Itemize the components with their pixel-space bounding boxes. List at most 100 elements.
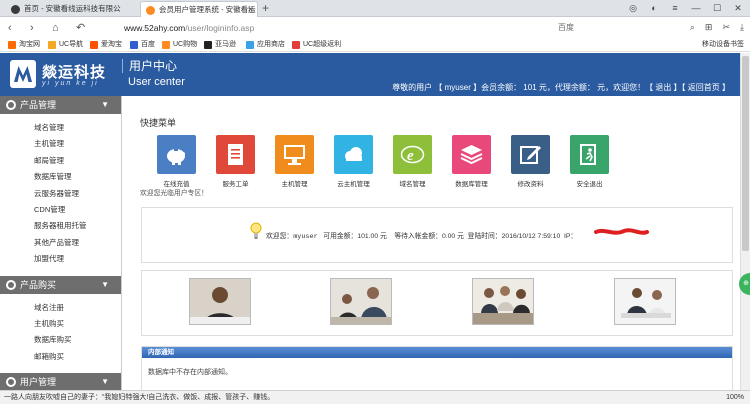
sidebar-item-other-products[interactable]: 其他产品管理 [34,235,121,251]
sidebar-item-domain-manage[interactable]: 域名管理 [34,120,121,136]
mobile-bookmarks-link[interactable]: 移动设备书签 [702,39,744,51]
menu-icon[interactable]: ≡ [669,2,681,14]
business-photo [472,278,534,325]
sidebar-item-mailbox-buy[interactable]: 邮箱购买 [34,349,121,365]
bookmark-item[interactable]: UC导航 [48,39,83,51]
close-icon[interactable]: ✕ [732,2,744,14]
nav-right-tools: ⌕ ⊞ ✂ ⤓ [690,22,744,33]
quick-menu-icons: 在线充值 服务工单 主机管理 云主机管理 e 域名管理 数据库管理 修改资料 安… [157,135,609,188]
browser-tab-home[interactable]: 首页 - 安徽看线运科技有限公 [6,1,136,17]
logo-mark-icon [10,60,36,88]
bookmark-icon [130,41,138,49]
user-icon [6,377,16,388]
logo-text: 燚运科技 [42,64,107,81]
svg-text:e: e [407,148,414,164]
bookmark-item[interactable]: UC购物 [162,39,197,51]
balance-value: 101.00 元 [357,233,387,240]
welcome-label: 欢迎您： [266,233,294,240]
bookmark-icon [246,41,254,49]
scrollbar-thumb[interactable] [742,56,749,251]
sidebar-item-database-buy[interactable]: 数据库购买 [34,332,121,348]
sidebar: 产品管理 ▼ 域名管理 主机管理 邮局管理 数据库管理 云服务器管理 CDN管理… [0,96,122,390]
quick-menu-item-database[interactable]: 数据库管理 [452,135,491,188]
search-engine-label: 百度 [558,23,574,32]
gear-icon [6,100,16,110]
forward-icon[interactable]: › [30,20,34,36]
document-icon[interactable] [216,135,255,174]
quick-menu-item-host[interactable]: 主机管理 [275,135,314,188]
cloud-icon[interactable] [334,135,373,174]
bookmark-item[interactable]: UC超级返利 [292,39,341,51]
grid-icon[interactable]: ⊞ [705,22,713,33]
quick-menu-item-profile[interactable]: 修改资料 [511,135,550,188]
download-icon[interactable]: ⤓ [740,22,744,33]
quick-menu-item-cloud-host[interactable]: 云主机管理 [334,135,373,188]
lightbulb-icon [250,222,262,239]
piggy-bank-icon[interactable] [157,135,196,174]
sidebar-item-agent[interactable]: 加盟代理 [34,251,121,267]
sidebar-item-host-buy[interactable]: 主机购买 [34,316,121,332]
browser-nav-bar: ‹ › ⌂ ↶ www.52ahy.com/user/logininfo.asp… [0,18,750,38]
sidebar-section-title: 产品购买 [20,279,57,290]
bookmark-item[interactable]: 应用商店 [246,39,285,51]
account-info-text: 欢迎您：myuser 可用金额：101.00 元 等待入帐金额：0.00 元 登… [266,230,577,241]
photo-banner-panel [141,270,733,336]
status-news-ticker[interactable]: 一路人向朋友吹嘘自己的妻子：“我媳妇特强大!自己洗衣、做饭、成报、管孩子、赚钱。 [4,391,274,404]
user-welcome-bar[interactable]: 尊敬的用户 【 myuser 】会员余额： 101 元，代理余额： 元，欢迎您！… [392,82,730,93]
sidebar-item-cdn-manage[interactable]: CDN管理 [34,202,121,218]
undo-icon[interactable]: ↶ [76,20,85,36]
site-logo[interactable]: 燚运科技 yi yun ke ji [10,60,114,90]
search-icon[interactable]: ⌕ [690,22,695,33]
search-engine-box[interactable]: 百度 [558,21,678,35]
tab-title: 会员用户管理系统 - 安徽看运 [159,5,256,14]
sidebar-item-cloud-server-manage[interactable]: 云服务器管理 [34,186,121,202]
browser-tab-bar: 首页 - 安徽看线运科技有限公 会员用户管理系统 - 安徽看运 ✕ + ◎ ◐ … [0,0,750,17]
vertical-scrollbar[interactable] [740,53,750,390]
sidebar-section-product-buy[interactable]: 产品购买 ▼ [0,275,121,294]
back-icon[interactable]: ‹ [8,20,12,36]
bookmark-item[interactable]: 亚马逊 [204,39,236,51]
shield-icon[interactable]: ◎ [627,2,639,14]
sidebar-list: 域名注册 主机购买 数据库购买 邮箱购买 [0,294,121,370]
bookmark-item[interactable]: 爱淘宝 [90,39,122,51]
url-host: www.52ahy.com [124,23,186,33]
new-tab-button[interactable]: + [262,0,269,16]
sidebar-item-mail-manage[interactable]: 邮局管理 [34,153,121,169]
quick-menu-item-domain[interactable]: e 域名管理 [393,135,432,188]
page-title: 用户中心 [122,59,177,73]
username: myuser [293,233,318,241]
home-icon[interactable]: ⌂ [52,20,59,36]
quick-menu-item-logout[interactable]: 安全退出 [570,135,609,188]
sidebar-item-domain-register[interactable]: 域名注册 [34,300,121,316]
quick-menu-item-ticket[interactable]: 服务工单 [216,135,255,188]
bookmark-label: 爱淘宝 [101,41,122,48]
tab-favicon-icon [146,6,155,15]
e-logo-icon[interactable]: e [393,135,432,174]
business-photo [189,278,251,325]
scissors-icon[interactable]: ✂ [722,22,730,33]
sidebar-section-user-manage[interactable]: 用户管理 ▼ [0,373,121,390]
sidebar-item-host-manage[interactable]: 主机管理 [34,136,121,152]
url-path: /user/logininfo.asp [185,23,255,33]
minimize-icon[interactable]: — [690,2,702,14]
sidebar-section-product-manage[interactable]: 产品管理 ▼ [0,96,121,114]
maximize-icon[interactable]: ☐ [711,2,723,14]
monitor-icon[interactable] [275,135,314,174]
exit-icon[interactable] [570,135,609,174]
edit-icon[interactable] [511,135,550,174]
sidebar-item-server-hosting[interactable]: 服务器租用托管 [34,218,121,234]
sidebar-item-database-manage[interactable]: 数据库管理 [34,169,121,185]
browser-tab-active[interactable]: 会员用户管理系统 - 安徽看运 ✕ [140,1,258,17]
bookmark-item[interactable]: 淘宝网 [8,39,40,51]
zoom-level[interactable]: 100% [726,391,744,404]
tab-favicon-icon [11,5,20,14]
bookmark-icon [162,41,170,49]
bookmark-item[interactable]: 百度 [130,39,155,51]
tab-title: 首页 - 安徽看线运科技有限公 [24,4,121,13]
database-layers-icon[interactable] [452,135,491,174]
login-time-value: 2016/10/12 7:59:10 [501,233,561,240]
skin-icon[interactable]: ◐ [648,2,660,14]
tab-close-icon[interactable]: ✕ [247,2,254,17]
quick-menu-item-recharge[interactable]: 在线充值 [157,135,196,188]
notice-panel: 内部通知 数据库中不存在内部通知。 [141,346,733,392]
